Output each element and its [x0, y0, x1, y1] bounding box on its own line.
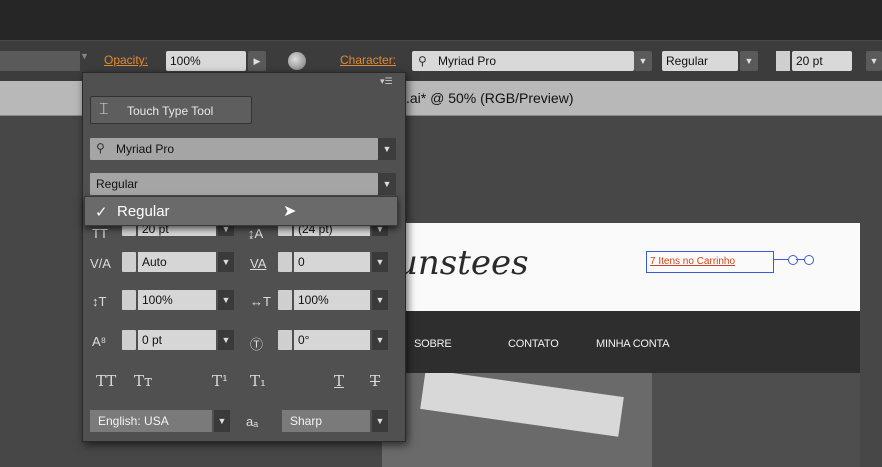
subscript-icon[interactable]: T₁: [250, 372, 266, 390]
photo-shadow: [652, 373, 860, 467]
mouse-cursor-icon: ➤: [283, 203, 297, 220]
strikethrough-icon[interactable]: T: [370, 372, 380, 390]
character-rotation-icon: Ⓣ: [250, 337, 264, 352]
site-logo: unstees: [396, 243, 529, 283]
website-hero-photo: [382, 373, 860, 467]
horizontal-scale-icon: ↔T: [250, 294, 271, 309]
nav-item-sobre[interactable]: SOBRE: [414, 338, 452, 350]
font-style-dropdown-menu: ✓ Regular ➤: [84, 196, 398, 226]
character-link[interactable]: Character:: [340, 53, 396, 67]
font-size-field[interactable]: 20 pt: [792, 51, 852, 71]
font-style-arrow-icon[interactable]: ▼: [378, 173, 396, 195]
font-family-select[interactable]: Myriad Pro: [90, 138, 378, 160]
baseline-shift-arrow-icon[interactable]: ▼: [218, 330, 234, 350]
font-size-icon: TT: [92, 226, 108, 241]
language-arrow-icon[interactable]: ▼: [214, 410, 230, 432]
chevron-down-icon[interactable]: ▼: [80, 51, 89, 61]
vertical-scale-field[interactable]: 100%: [138, 290, 216, 310]
tracking-arrow-icon[interactable]: ▼: [372, 252, 388, 272]
path-line: [774, 259, 788, 260]
anti-aliasing-icon: aₐ: [246, 414, 259, 429]
font-size-arrow-icon[interactable]: ▼: [866, 51, 882, 71]
font-family-arrow-icon[interactable]: ▼: [378, 138, 396, 160]
search-icon: ⚲: [418, 54, 427, 68]
font-style-arrow-icon[interactable]: ▼: [740, 51, 758, 71]
underline-icon[interactable]: T: [334, 372, 344, 390]
size-stepper[interactable]: [776, 51, 790, 71]
website-nav: SOBRE CONTATO MINHA CONTA: [382, 311, 860, 373]
opacity-field[interactable]: 100%: [166, 51, 246, 71]
vertical-scale-arrow-icon[interactable]: ▼: [218, 290, 234, 310]
anti-aliasing-select[interactable]: Sharp: [282, 410, 370, 432]
kerning-icon: V/A: [90, 256, 111, 271]
touch-type-icon: ⌶: [99, 101, 109, 118]
recolor-globe-icon[interactable]: [288, 52, 306, 70]
kerning-stepper[interactable]: [122, 252, 136, 272]
search-icon: ⚲: [96, 141, 105, 155]
path-anchor[interactable]: [804, 255, 814, 265]
kerning-field[interactable]: Auto: [138, 252, 216, 272]
nav-item-contato[interactable]: CONTATO: [508, 338, 559, 350]
anti-aliasing-arrow-icon[interactable]: ▼: [372, 410, 388, 432]
font-family-field[interactable]: Myriad Pro: [412, 51, 634, 71]
vertical-scale-icon: ↕T: [92, 294, 107, 309]
superscript-icon[interactable]: T¹: [212, 372, 228, 390]
style-field[interactable]: [0, 51, 80, 71]
touch-type-label: Touch Type Tool: [127, 104, 214, 118]
checkmark-icon: ✓: [95, 204, 108, 221]
character-rotation-field[interactable]: 0°: [294, 330, 370, 350]
website-header: unstees 7 Itens no Carrinho: [382, 223, 860, 311]
opacity-link[interactable]: Opacity:: [104, 53, 148, 67]
horizontal-scale-field[interactable]: 100%: [294, 290, 370, 310]
character-rotation-stepper[interactable]: [278, 330, 292, 350]
horizontal-scale-stepper[interactable]: [278, 290, 292, 310]
baseline-shift-field[interactable]: 0 pt: [138, 330, 216, 350]
tracking-field[interactable]: 0: [294, 252, 370, 272]
language-select[interactable]: English: USA: [90, 410, 212, 432]
nav-item-minha-conta[interactable]: MINHA CONTA: [596, 338, 670, 350]
font-style-field[interactable]: Regular: [662, 51, 738, 71]
cart-text[interactable]: 7 Itens no Carrinho: [650, 256, 735, 267]
leading-icon: ↨A: [248, 226, 264, 241]
path-line: [796, 259, 804, 260]
app-title-strip: [0, 0, 882, 40]
baseline-shift-icon: A⁸: [92, 334, 107, 349]
dropdown-option-regular[interactable]: Regular: [117, 203, 170, 220]
font-style-select[interactable]: Regular: [90, 173, 378, 195]
vertical-scale-stepper[interactable]: [122, 290, 136, 310]
horizontal-scale-arrow-icon[interactable]: ▼: [372, 290, 388, 310]
touch-type-tool-button[interactable]: ⌶ Touch Type Tool: [90, 96, 252, 124]
kerning-arrow-icon[interactable]: ▼: [218, 252, 234, 272]
baseline-shift-stepper[interactable]: [122, 330, 136, 350]
font-family-arrow-icon[interactable]: ▼: [634, 51, 652, 71]
small-caps-icon[interactable]: Tт: [134, 372, 152, 390]
character-rotation-arrow-icon[interactable]: ▼: [372, 330, 388, 350]
opacity-arrow-icon[interactable]: ▶: [248, 51, 266, 71]
document-title[interactable]: .ai* @ 50% (RGB/Preview): [406, 90, 573, 106]
all-caps-icon[interactable]: TT: [96, 372, 116, 390]
tracking-icon: VA: [250, 256, 267, 271]
panel-menu-icon[interactable]: ▾☰: [380, 76, 393, 87]
photo-pattern: [420, 373, 624, 437]
tracking-stepper[interactable]: [278, 252, 292, 272]
path-anchor[interactable]: [788, 255, 798, 265]
